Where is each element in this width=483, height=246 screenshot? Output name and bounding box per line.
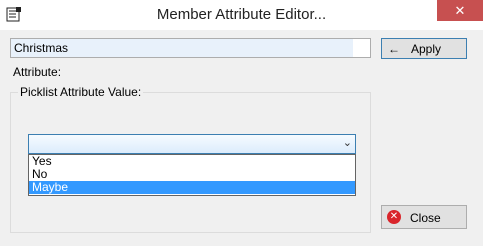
dialog-body: Christmas ← Apply Attribute: Picklist At… [0, 30, 483, 246]
picklist-option-yes[interactable]: Yes [29, 155, 355, 168]
picklist-option-maybe[interactable]: Maybe [29, 181, 355, 194]
close-icon: ✕ [387, 210, 401, 224]
window-title: Member Attribute Editor... [156, 6, 327, 23]
left-arrow-icon: ← [388, 42, 400, 56]
member-name-input[interactable]: Christmas [10, 38, 371, 58]
window-close-button[interactable]: ✕ [437, 0, 483, 21]
picklist-dropdown: Yes No Maybe [28, 154, 356, 196]
apply-label: Apply [411, 42, 442, 56]
attribute-label: Attribute: [13, 65, 62, 79]
member-name-value: Christmas [14, 41, 69, 55]
close-label: Close [410, 211, 441, 225]
chevron-down-icon[interactable]: ⌄ [343, 136, 352, 149]
title-bar: Member Attribute Editor... ✕ [0, 0, 483, 30]
picklist-combobox[interactable]: ⌄ [28, 134, 356, 154]
picklist-option-no[interactable]: No [29, 168, 355, 181]
apply-button[interactable]: ← Apply [381, 38, 467, 59]
picklist-group-label: Picklist Attribute Value: [18, 85, 144, 99]
close-button[interactable]: ✕ Close [381, 205, 467, 229]
